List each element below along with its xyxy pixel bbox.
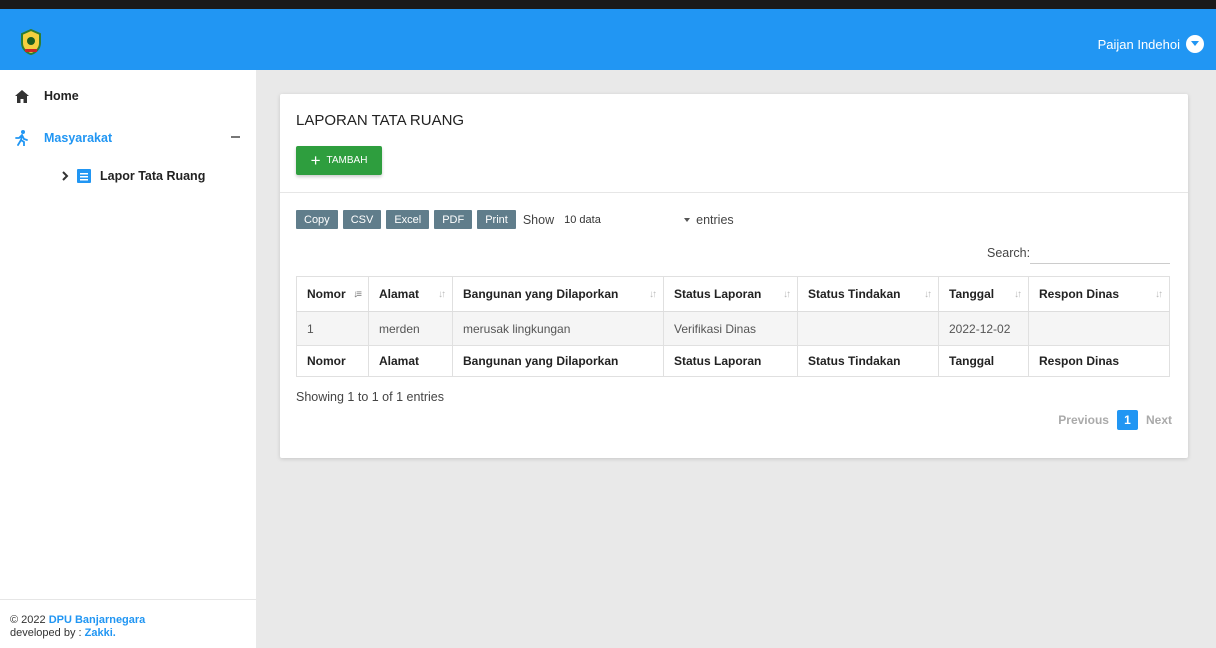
col-header-respon-dinas[interactable]: Respon Dinas ↓↑ [1028, 276, 1170, 312]
footer-dev-prefix: developed by : [10, 627, 82, 639]
col-footer-respon-dinas: Respon Dinas [1028, 345, 1170, 377]
sidebar: Home Masyarakat Lapor Tata Ruang © 2022 … [0, 70, 256, 648]
page-title: LAPORAN TATA RUANG [296, 112, 465, 129]
search-input[interactable] [1030, 238, 1170, 264]
col-footer-status-tindakan: Status Tindakan [797, 345, 939, 377]
report-card: LAPORAN TATA RUANG + TAMBAH Copy CSV Exc… [280, 94, 1188, 458]
pdf-button[interactable]: PDF [434, 210, 473, 229]
search-label: Search: [987, 246, 1031, 260]
table-row: 1 merden merusak lingkungan Verifikasi D… [296, 311, 1170, 346]
csv-button[interactable]: CSV [342, 210, 382, 229]
sort-icon: ↓↑ [438, 289, 446, 300]
col-header-tanggal[interactable]: Tanggal ↓↑ [938, 276, 1029, 312]
add-button[interactable]: + TAMBAH [296, 146, 382, 175]
col-header-status-tindakan[interactable]: Status Tindakan ↓↑ [797, 276, 939, 312]
col-footer-tanggal: Tanggal [938, 345, 1029, 377]
next-button[interactable]: Next [1146, 413, 1172, 427]
table-info: Showing 1 to 1 of 1 entries [296, 390, 445, 404]
sort-icon: ↓↑ [1155, 289, 1163, 300]
col-header-alamat[interactable]: Alamat ↓↑ [368, 276, 453, 312]
home-icon [14, 88, 30, 104]
sort-icon: ↓↑ [924, 289, 932, 300]
user-menu[interactable]: Paijan Indehoi [1098, 35, 1204, 53]
list-icon [76, 168, 92, 184]
sidebar-item-label: Lapor Tata Ruang [100, 169, 206, 183]
add-button-label: TAMBAH [326, 155, 368, 166]
sort-icon: ↓↑ [783, 289, 791, 300]
footer-year: © 2022 [10, 614, 46, 626]
sort-icon: ↓↑ [649, 289, 657, 300]
col-footer-alamat: Alamat [368, 345, 453, 377]
page-size-value: 10 data [564, 213, 601, 226]
print-button[interactable]: Print [477, 210, 516, 229]
sidebar-item-label: Masyarakat [44, 131, 113, 145]
footer-org-link[interactable]: DPU Banjarnegara [49, 614, 146, 626]
entries-label: entries [696, 212, 734, 227]
col-footer-bangunan: Bangunan yang Dilaporkan [452, 345, 664, 377]
main-content: LAPORAN TATA RUANG + TAMBAH Copy CSV Exc… [256, 70, 1216, 648]
reports-table: Nomor ↓≡ Alamat ↓↑ Bangunan yang Dilaporka… [296, 276, 1170, 377]
sidebar-item-home[interactable]: Home [14, 88, 79, 104]
col-header-nomor[interactable]: Nomor ↓≡ [296, 276, 369, 312]
col-header-bangunan[interactable]: Bangunan yang Dilaporkan ↓↑ [452, 276, 664, 312]
cell-status-laporan: Verifikasi Dinas [663, 311, 798, 346]
copy-button[interactable]: Copy [296, 210, 338, 229]
top-navbar: Paijan Indehoi [0, 0, 1216, 70]
previous-button[interactable]: Previous [1058, 413, 1109, 427]
cell-respon-dinas [1028, 311, 1170, 346]
cell-alamat: merden [368, 311, 453, 346]
page-size-select[interactable]: 10 data [564, 214, 696, 226]
col-header-status-laporan[interactable]: Status Laporan ↓↑ [663, 276, 798, 312]
col-footer-nomor: Nomor [296, 345, 369, 377]
sort-asc-icon: ↓≡ [353, 289, 362, 300]
pagination: Previous 1 Next [1058, 410, 1172, 430]
chevron-right-icon [60, 168, 70, 184]
user-name: Paijan Indehoi [1097, 36, 1180, 52]
show-label: Show [522, 212, 555, 227]
sidebar-item-lapor-tata-ruang[interactable]: Lapor Tata Ruang [60, 168, 205, 184]
cell-bangunan: merusak lingkungan [452, 311, 664, 346]
table-toolbar: Copy CSV Excel PDF Print Show 10 data en… [296, 210, 734, 229]
excel-button[interactable]: Excel [386, 210, 430, 229]
chevron-down-icon[interactable] [1186, 35, 1204, 53]
collapse-icon[interactable] [231, 136, 240, 138]
sidebar-footer: © 2022 DPU Banjarnegara developed by : Z… [0, 599, 256, 640]
page-button-1[interactable]: 1 [1116, 410, 1138, 430]
cell-nomor: 1 [296, 311, 369, 346]
caret-down-icon [684, 217, 691, 222]
cell-status-tindakan [797, 311, 939, 346]
person-walking-icon [14, 130, 30, 146]
divider [280, 192, 1188, 193]
plus-icon: + [310, 151, 321, 170]
cell-tanggal: 2022-12-02 [938, 311, 1029, 346]
app-logo-icon[interactable] [20, 28, 42, 56]
col-footer-status-laporan: Status Laporan [663, 345, 798, 377]
sidebar-item-masyarakat[interactable]: Masyarakat [14, 130, 240, 146]
sort-icon: ↓↑ [1014, 289, 1022, 300]
sidebar-item-label: Home [44, 89, 79, 103]
footer-dev-link[interactable]: Zakki. [85, 627, 116, 639]
